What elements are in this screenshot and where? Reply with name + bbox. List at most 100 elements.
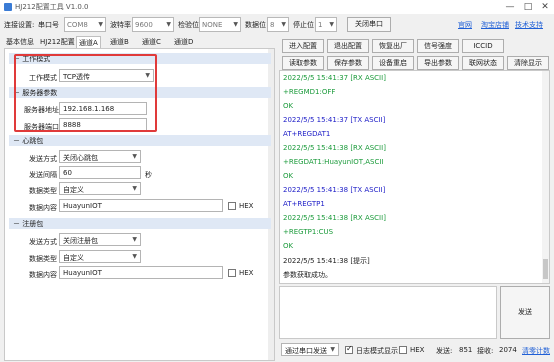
taobao-store-link[interactable]: 淘宝店铺 xyxy=(481,20,509,30)
window-title: HJ212配置工具 V1.0.0 xyxy=(15,3,89,11)
parity-select[interactable]: NONE ▼ xyxy=(199,17,241,32)
register-data-type-select[interactable]: 自定义 ▼ xyxy=(59,250,141,263)
log-line: 2022/5/5 15:41:38 [RX ASCII] xyxy=(283,214,386,222)
log-line: OK xyxy=(283,102,294,110)
tab-basic-info[interactable]: 基本信息 xyxy=(4,36,36,48)
register-section-header[interactable]: － 注册包 xyxy=(9,218,271,229)
status-bar: 通过串口发送▼ 日志模式显示 HEX 发送: 851 接收: 2074 清零计数 xyxy=(279,342,554,358)
chevron-down-icon: ▼ xyxy=(281,21,286,28)
chevron-down-icon: ▼ xyxy=(330,346,335,353)
tab-channel-d[interactable]: 通道D xyxy=(172,36,195,48)
port-select[interactable]: COM8 ▼ xyxy=(64,17,106,32)
heartbeat-send-mode-value: 关闭心跳包 xyxy=(63,154,98,162)
chevron-down-icon: ▼ xyxy=(98,21,103,28)
channel-config-panel: － 工作模式 工作模式 TCP透传 ▼ － 服务器参数 服务器地址 192.168… xyxy=(4,48,275,361)
send-mode-select[interactable]: 通过串口发送 ▼ xyxy=(281,343,339,356)
log-line: 2022/5/5 15:41:38 [RX ASCII] xyxy=(283,144,386,152)
tab-channel-a[interactable]: 通道A xyxy=(76,36,101,48)
enter-config-button[interactable]: 进入配置 xyxy=(282,39,324,53)
heartbeat-hex-label: HEX xyxy=(239,202,254,210)
recv-count-value: 2074 xyxy=(499,346,517,354)
port-value: COM8 xyxy=(67,21,88,29)
tech-support-link[interactable]: 技术支持 xyxy=(515,20,543,30)
send-mode-value: 通过串口发送 xyxy=(285,347,327,355)
register-data-type-value: 自定义 xyxy=(63,254,84,262)
log-scrollbar[interactable] xyxy=(542,71,549,283)
scrollbar-thumb[interactable] xyxy=(543,259,548,279)
heartbeat-data-type-value: 自定义 xyxy=(63,186,84,194)
log-line: 2022/5/5 15:41:38 [TX ASCII] xyxy=(283,186,386,194)
register-send-mode-select[interactable]: 关闭注册包 ▼ xyxy=(59,233,141,246)
stopbits-value: 1 xyxy=(318,21,323,29)
databits-label: 数据位 xyxy=(245,21,266,29)
register-section-title: 注册包 xyxy=(22,220,44,228)
register-data-type-label: 数据类型 xyxy=(29,255,57,263)
log-line: +REGDAT1:HuayunIOT,ASCII xyxy=(283,158,384,166)
baud-select[interactable]: 9600 ▼ xyxy=(132,17,174,32)
maximize-icon[interactable]: □ xyxy=(520,1,536,13)
log-line: 2022/5/5 15:41:37 [RX ASCII] xyxy=(283,74,386,82)
heartbeat-interval-input[interactable]: 60 xyxy=(59,166,141,179)
device-restart-button[interactable]: 设备重启 xyxy=(372,56,414,70)
baud-label: 波特率 xyxy=(110,21,131,29)
heartbeat-content-label: 数据内容 xyxy=(29,204,57,212)
factory-reset-button[interactable]: 恢复出厂 xyxy=(372,39,414,53)
send-button[interactable]: 发送 xyxy=(500,286,550,339)
chevron-down-icon: ▼ xyxy=(132,185,137,192)
save-params-button[interactable]: 保存参数 xyxy=(327,56,369,70)
sent-count-value: 851 xyxy=(459,346,473,354)
heartbeat-hex-checkbox[interactable] xyxy=(228,202,236,210)
register-hex-checkbox[interactable] xyxy=(228,269,236,277)
read-params-button[interactable]: 读取参数 xyxy=(282,56,324,70)
iccid-button[interactable]: ICCID xyxy=(462,39,504,53)
heartbeat-section-title: 心跳包 xyxy=(22,137,44,145)
port-label: 串口号 xyxy=(38,21,59,29)
heartbeat-data-type-select[interactable]: 自定义 ▼ xyxy=(59,182,141,195)
tab-channel-b[interactable]: 通道B xyxy=(108,36,131,48)
log-line: 2022/5/5 15:41:38 [提示] xyxy=(283,257,370,265)
export-params-button[interactable]: 导出参数 xyxy=(417,56,459,70)
clear-display-button[interactable]: 清除显示 xyxy=(507,56,549,70)
connect-settings-label: 连接设置: xyxy=(4,21,35,29)
tab-channel-c[interactable]: 通道C xyxy=(140,36,163,48)
title-bar: HJ212配置工具 V1.0.0 — □ ✕ xyxy=(0,0,554,14)
close-icon[interactable]: ✕ xyxy=(537,1,553,13)
signal-strength-button[interactable]: 信号强度 xyxy=(417,39,459,53)
send-hex-label: HEX xyxy=(410,346,425,354)
tab-hj212-config[interactable]: HJ212配置 xyxy=(38,36,77,48)
network-status-button[interactable]: 联网状态 xyxy=(462,56,504,70)
databits-value: 8 xyxy=(270,21,275,29)
minimize-icon[interactable]: — xyxy=(502,1,518,13)
exit-config-button[interactable]: 退出配置 xyxy=(327,39,369,53)
register-content-input[interactable]: HuayunIOT xyxy=(59,266,223,279)
log-line: +REGTP1:CUS xyxy=(283,228,334,236)
app-window: HJ212配置工具 V1.0.0 — □ ✕ 连接设置: 串口号 COM8 ▼ 波… xyxy=(0,0,554,362)
heartbeat-send-mode-select[interactable]: 关闭心跳包 ▼ xyxy=(59,150,141,163)
stopbits-select[interactable]: 1 ▼ xyxy=(315,17,337,32)
heartbeat-send-mode-label: 发送方式 xyxy=(29,155,57,163)
log-line: 2022/5/5 15:41:37 [TX ASCII] xyxy=(283,116,386,124)
register-hex-label: HEX xyxy=(239,269,254,277)
sent-count-label: 发送: xyxy=(436,347,453,355)
collapse-icon: － xyxy=(13,220,20,228)
log-line: AT+REGTP1 xyxy=(283,200,325,208)
log-line: OK xyxy=(283,242,294,250)
clear-count-link[interactable]: 清零计数 xyxy=(522,346,550,356)
log-mode-label: 日志模式显示 xyxy=(356,347,398,355)
chevron-down-icon: ▼ xyxy=(329,21,334,28)
send-hex-checkbox[interactable] xyxy=(399,346,407,354)
log-mode-checkbox[interactable] xyxy=(345,344,353,354)
chevron-down-icon: ▼ xyxy=(132,253,137,260)
website-link[interactable]: 官网 xyxy=(458,20,472,30)
heartbeat-section-header[interactable]: － 心跳包 xyxy=(9,135,271,146)
recv-count-label: 接收: xyxy=(477,347,494,355)
databits-select[interactable]: 8 ▼ xyxy=(267,17,289,32)
register-send-mode-value: 关闭注册包 xyxy=(63,237,98,245)
close-port-button[interactable]: 关闭串口 xyxy=(347,17,391,32)
parity-value: NONE xyxy=(202,21,223,29)
baud-value: 9600 xyxy=(135,21,153,29)
heartbeat-content-input[interactable]: HuayunIOT xyxy=(59,199,223,212)
register-content-label: 数据内容 xyxy=(29,271,57,279)
send-input[interactable] xyxy=(279,286,497,339)
log-output[interactable]: 2022/5/5 15:41:37 [RX ASCII] +REGMD1:OFF… xyxy=(279,70,550,284)
